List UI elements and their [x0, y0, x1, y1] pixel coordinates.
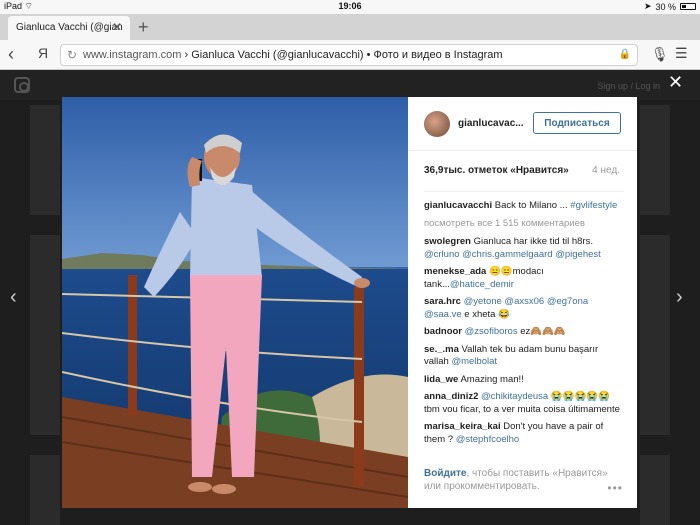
comment-mentions[interactable]: @melbolat: [451, 356, 497, 367]
comment-username[interactable]: swolegren: [424, 236, 471, 247]
next-post-icon[interactable]: ›: [676, 286, 683, 309]
comment-item: anna_diniz2 @chikitaydeusa 😭😭😭😭😭 tbm vou…: [424, 391, 624, 416]
tab-title: Gianluca Vacchi (@gian: [16, 22, 123, 33]
comment-mentions[interactable]: @crluno @chris.gammelgaard @pigehest: [424, 249, 601, 260]
location-icon: ➤: [643, 1, 652, 11]
comment-username[interactable]: se._.ma: [424, 344, 459, 355]
background-post-tile: [30, 105, 60, 215]
post-side-panel: gianlucavac... Подписаться 36,9тыс. отме…: [408, 97, 637, 508]
browser-toolbar: ‹ Я ↻ www.instagram.com › Gianluca Vacch…: [0, 40, 700, 70]
comment-item: sara.hrc @yetone @axsx06 @eg7ona @saa.ve…: [424, 296, 624, 321]
instagram-logo-icon[interactable]: [14, 77, 30, 93]
more-options-icon[interactable]: •••: [607, 481, 623, 495]
post-header: gianlucavac... Подписаться: [408, 97, 637, 151]
comment-mentions[interactable]: @hatice_demir: [450, 279, 514, 290]
url-page-title: Gianluca Vacchi (@gianlucavacchi) • Фото…: [191, 49, 503, 61]
comment-username[interactable]: anna_diniz2: [424, 391, 478, 402]
likes-count[interactable]: 36,9тыс. отметок «Нравится»: [424, 165, 569, 176]
comment-item: badnoor @zsofiboros ez🙈🙈🙈: [424, 326, 624, 339]
new-tab-button[interactable]: +: [138, 17, 149, 38]
lock-icon: 🔒: [618, 49, 631, 60]
comment-username[interactable]: badnoor: [424, 326, 462, 337]
instagram-header: Sign up / Log in: [0, 70, 700, 100]
comment-username[interactable]: menekse_ada: [424, 266, 486, 277]
status-right: ➤ 30 %: [644, 1, 696, 12]
view-all-comments-link[interactable]: посмотреть все 1 515 комментариев: [424, 218, 624, 231]
caption-text: Back to Milano ...: [492, 200, 571, 211]
address-bar[interactable]: ↻ www.instagram.com › Gianluca Vacchi (@…: [60, 44, 638, 66]
close-modal-icon[interactable]: ✕: [668, 72, 683, 93]
status-bar: iPad ⌔ 19:06 ➤ 30 %: [0, 0, 700, 14]
avatar[interactable]: [424, 111, 450, 137]
post-modal: gianlucavac... Подписаться 36,9тыс. отме…: [62, 97, 637, 508]
comment-text: Gianluca har ikke tid til h8rs.: [471, 236, 593, 247]
background-post-tile: [30, 235, 60, 435]
photo-illustration: [62, 97, 408, 508]
login-prompt: Войдите, чтобы поставить «Нравится» или …: [424, 467, 624, 493]
comment-mentions[interactable]: @stephfcoelho: [456, 434, 520, 445]
caption: gianlucavacchi Back to Milano ... #gvlif…: [424, 200, 624, 213]
background-post-tile: [30, 455, 60, 525]
comment-item: se._.ma Vallah tek bu adam bunu başarır …: [424, 344, 624, 369]
comments-list: gianlucavacchi Back to Milano ... #gvlif…: [424, 191, 624, 463]
microphone-icon[interactable]: 🎙: [651, 46, 669, 63]
url-domain: www.instagram.com: [83, 49, 182, 61]
prev-post-icon[interactable]: ‹: [10, 286, 17, 309]
comment-username[interactable]: lida_we: [424, 374, 458, 385]
status-time: 19:06: [338, 1, 362, 11]
comment-mentions[interactable]: @zsofiboros: [465, 326, 518, 337]
post-age[interactable]: 4 нед.: [592, 165, 620, 176]
menu-icon[interactable]: ☰: [675, 45, 688, 62]
background-post-tile: [640, 235, 670, 435]
browser-tab[interactable]: Gianluca Vacchi (@gian ✕: [8, 16, 130, 40]
login-link[interactable]: Войдите: [424, 468, 466, 479]
comment-text: Amazing man!!: [458, 373, 524, 385]
comment-username[interactable]: sara.hrc: [424, 296, 461, 307]
comment-item: swolegren Gianluca har ikke tid til h8rs…: [424, 236, 624, 261]
close-tab-icon[interactable]: ✕: [112, 20, 122, 34]
comment-item: menekse_ada 😑😑modacı tank...@hatice_demi…: [424, 266, 624, 291]
comment-tail: ez🙈🙈🙈: [517, 326, 566, 337]
reload-icon[interactable]: ↻: [67, 48, 77, 62]
post-username[interactable]: gianlucavac...: [458, 118, 524, 129]
yandex-button[interactable]: Я: [38, 45, 48, 61]
auth-links[interactable]: Sign up / Log in: [597, 81, 660, 91]
comment-username[interactable]: marisa_keira_kai: [424, 421, 501, 432]
back-icon[interactable]: ‹: [8, 44, 14, 65]
follow-button[interactable]: Подписаться: [533, 112, 621, 134]
comment-item: lida_we Amazing man!!: [424, 374, 624, 387]
comment-tail: e xheta 😂: [461, 308, 510, 320]
caption-username[interactable]: gianlucavacchi: [424, 200, 492, 211]
background-post-tile: [640, 455, 670, 525]
battery-icon: [680, 3, 696, 10]
post-stats: 36,9тыс. отметок «Нравится» 4 нед.: [424, 165, 620, 176]
caption-hashtag[interactable]: #gvlifestyle: [570, 200, 617, 211]
post-photo: [62, 97, 408, 508]
url-separator: ›: [181, 49, 192, 61]
background-post-tile: [640, 105, 670, 215]
comment-item: marisa_keira_kai Don't you have a pair o…: [424, 421, 624, 446]
battery-percent: 30 %: [655, 1, 676, 12]
comment-mentions[interactable]: @chikitaydeusa: [481, 391, 548, 402]
tab-strip: Gianluca Vacchi (@gian ✕ +: [0, 14, 700, 40]
